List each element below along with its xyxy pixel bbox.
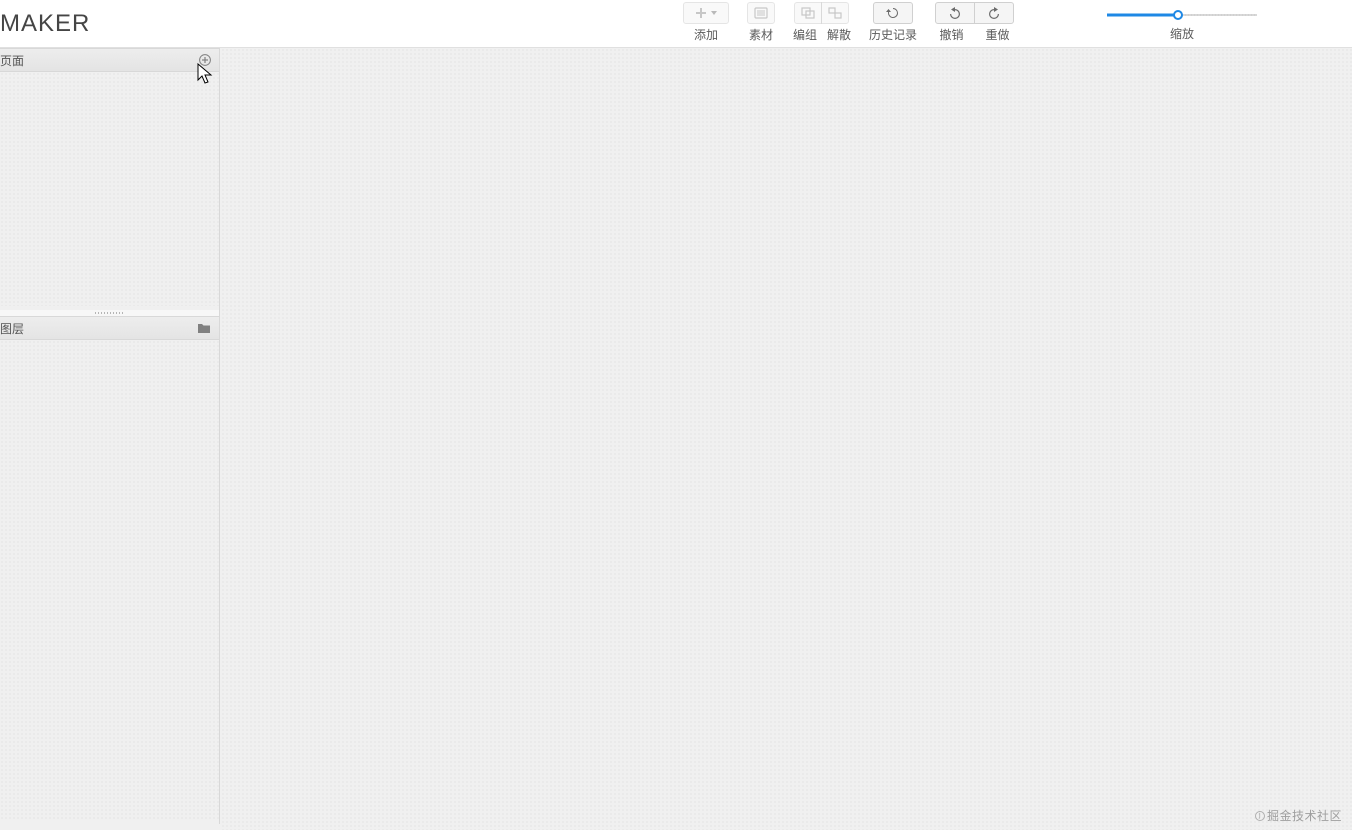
zoom-slider-thumb[interactable] [1173,10,1183,20]
redo-button[interactable] [974,2,1014,24]
redo-icon [987,6,1001,20]
zoom-control: 缩放 [1092,2,1272,42]
layers-panel-title: 图层 [0,320,24,337]
zoom-slider-fill [1107,14,1178,17]
add-label: 添加 [694,26,718,43]
history-icon [886,6,900,20]
left-sidebar: 页面 图层 [0,48,220,830]
pages-panel: 页面 [0,48,220,310]
zoom-label: 缩放 [1170,25,1194,42]
app-header: MAKER 添加 素材 [0,0,1352,48]
ungroup-icon [828,7,842,19]
layers-folder-button[interactable] [197,323,211,334]
layers-panel-header: 图层 [0,316,219,340]
material-icon [754,7,768,19]
toolgroup-add: 添加 [683,2,729,43]
canvas-area[interactable] [221,48,1352,830]
app-logo: MAKER [0,0,110,47]
toolgroup-history: 历史记录 [869,2,917,43]
zoom-slider[interactable] [1107,8,1257,22]
watermark-icon: j [1255,811,1265,821]
watermark-text: 掘金技术社区 [1267,807,1342,824]
toolbar: 添加 素材 编组 解散 [683,0,1352,47]
history-label: 历史记录 [869,26,917,43]
layers-panel: 图层 [0,316,220,824]
history-button[interactable] [873,2,913,24]
layers-panel-body[interactable] [0,340,219,820]
undo-label: 撤销 [939,26,963,43]
pages-panel-header: 页面 [0,48,219,72]
group-label: 编组 [793,26,817,43]
group-icon [801,7,815,19]
toolgroup-group-ungroup: 编组 解散 [793,2,851,43]
add-page-button[interactable] [199,54,211,66]
ungroup-label: 解散 [827,26,851,43]
group-button[interactable] [794,2,822,24]
toolgroup-undo-redo: 撤销 重做 [935,2,1014,43]
pages-panel-body[interactable] [0,72,219,306]
material-button[interactable] [747,2,775,24]
material-label: 素材 [749,26,773,43]
watermark: j 掘金技术社区 [1255,807,1342,824]
plus-circle-icon [199,54,211,66]
splitter-grip-icon [95,312,125,314]
plus-icon [695,7,707,19]
pages-panel-title: 页面 [0,52,24,69]
undo-icon [948,6,962,20]
folder-icon [197,323,211,334]
toolgroup-material: 素材 [747,2,775,43]
redo-label: 重做 [986,26,1010,43]
undo-button[interactable] [935,2,975,24]
chevron-down-icon [711,11,717,15]
add-button[interactable] [683,2,729,24]
ungroup-button[interactable] [821,2,849,24]
